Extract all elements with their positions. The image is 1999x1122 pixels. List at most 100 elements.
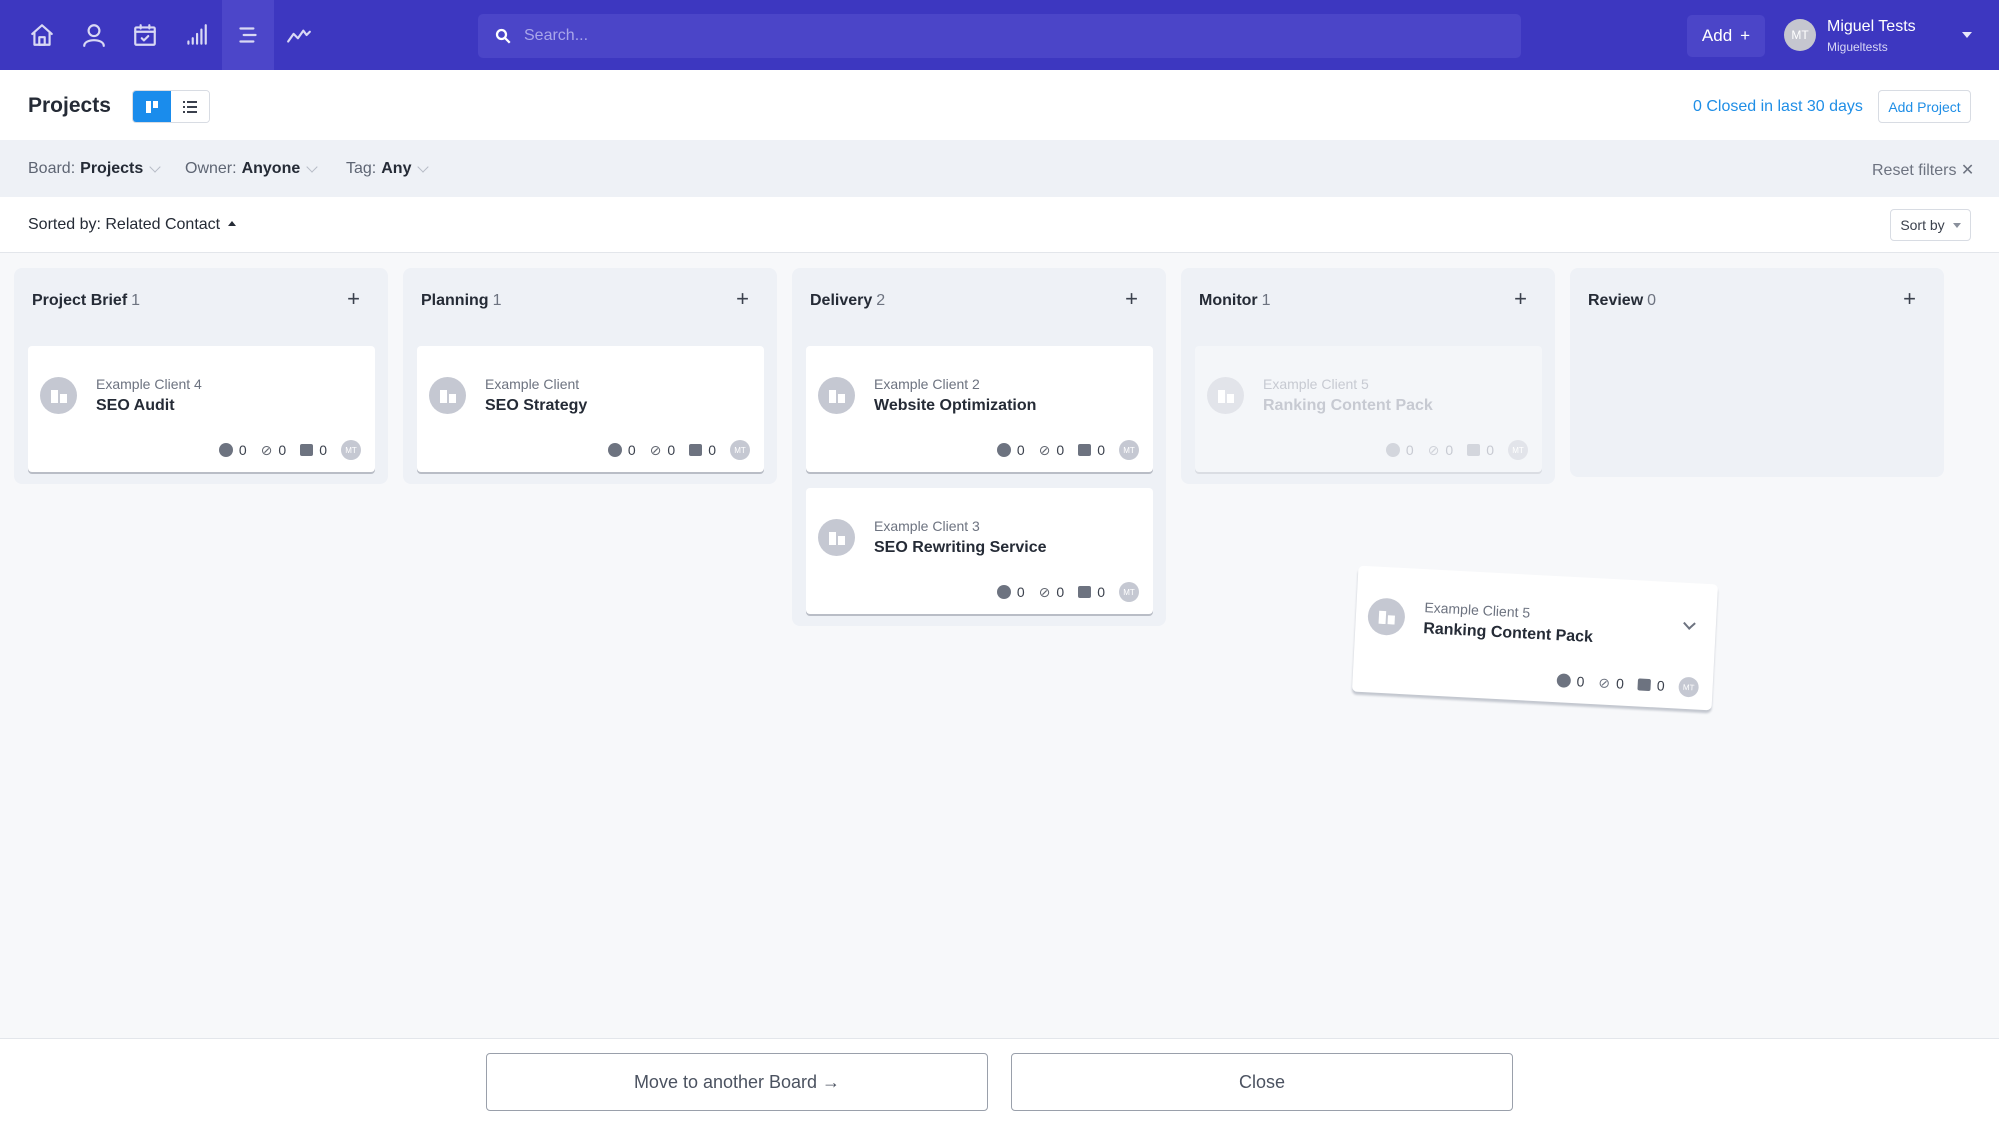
card-title: SEO Strategy (485, 397, 588, 414)
contacts-icon (83, 24, 105, 47)
search-input[interactable] (524, 27, 1424, 45)
add-card-button[interactable]: + (1903, 288, 1916, 310)
note-count: 0 (1656, 677, 1666, 694)
chevron-down-icon (417, 160, 430, 173)
board-column: Review 0 + (1570, 268, 1944, 477)
board-filter[interactable]: Board: Projects (28, 160, 161, 178)
user-menu-caret-icon[interactable] (1962, 32, 1972, 38)
chevron-down-icon[interactable] (1683, 617, 1696, 630)
task-count: 0 (1016, 442, 1025, 458)
user-name[interactable]: Miguel Tests (1827, 18, 1916, 36)
project-card[interactable]: Example Client 2 Website Optimization 0 ⊘ 0 0… (806, 346, 1153, 472)
add-card-button[interactable]: + (1125, 288, 1138, 310)
project-card[interactable]: Example Client 4 SEO Audit 0 ⊘ 0 0 MT (28, 346, 375, 472)
dragging-card[interactable]: Example Client 5 Ranking Content Pack 0 … (1351, 565, 1719, 711)
add-card-button[interactable]: + (736, 288, 749, 310)
nav-home[interactable] (16, 0, 68, 70)
add-project-button[interactable]: Add Project (1878, 90, 1971, 123)
paperclip-icon: ⊘ (649, 441, 662, 458)
note-icon (1078, 586, 1092, 598)
tag-filter[interactable]: Tag: Any (346, 160, 430, 178)
card-client: Example Client 4 (96, 376, 202, 392)
drop-placeholder-card[interactable]: Example Client 5 Ranking Content Pack 0 ⊘ 0 0… (1195, 346, 1542, 472)
home-icon (31, 24, 53, 46)
add-card-button[interactable]: + (347, 288, 360, 310)
column-name: Monitor (1199, 292, 1258, 309)
nav-contacts[interactable] (68, 0, 120, 70)
owner-avatar[interactable]: MT (1119, 440, 1139, 460)
board-column: Delivery 2 + Example Client 2 Website Optimi… (792, 268, 1166, 626)
paperclip-icon: ⊘ (260, 441, 273, 458)
task-check-icon (607, 443, 622, 457)
user-avatar[interactable]: MT (1784, 19, 1816, 51)
user-account: Migueltests (1827, 40, 1888, 54)
owner-filter[interactable]: Owner: Anyone (185, 160, 318, 178)
note-icon (300, 444, 314, 456)
file-count: 0 (1056, 584, 1065, 600)
search-bar[interactable] (478, 14, 1521, 58)
chevron-down-icon (149, 160, 161, 173)
tag-filter-value: Any (381, 160, 412, 177)
building-icon (1217, 389, 1234, 403)
task-count: 0 (627, 442, 636, 458)
add-label: Add (1701, 26, 1733, 45)
owner-avatar[interactable]: MT (730, 440, 750, 460)
nav-activity[interactable] (273, 0, 325, 70)
page-title: Projects (28, 94, 111, 117)
column-count: 1 (492, 292, 502, 309)
card-title: SEO Audit (96, 397, 175, 414)
closed-projects-link[interactable]: 0 Closed in last 30 days (1693, 98, 1863, 116)
sort-by-dropdown[interactable]: Sort by (1890, 209, 1971, 241)
add-button[interactable]: Add + (1687, 15, 1765, 57)
card-meta: 0 ⊘ 0 0 MT (996, 440, 1139, 460)
owner-avatar[interactable]: MT (1119, 582, 1139, 602)
nav-reports[interactable] (170, 0, 222, 70)
filter-bar: Board: Projects Owner: Anyone Tag: Any R… (0, 140, 1999, 197)
column-name: Review (1588, 292, 1644, 309)
caret-down-icon (1952, 222, 1961, 228)
building-icon (439, 389, 456, 403)
column-title: Planning 1 (421, 292, 501, 310)
column-name: Project Brief (32, 292, 128, 309)
project-card[interactable]: Example Client SEO Strategy 0 ⊘ 0 0 MT (417, 346, 764, 472)
note-icon (1078, 444, 1092, 456)
paperclip-icon: ⊘ (1427, 441, 1440, 458)
reports-icon (187, 24, 207, 45)
card-title: SEO Rewriting Service (874, 539, 1047, 556)
company-logo (1366, 597, 1406, 637)
board-view-button[interactable] (133, 91, 171, 122)
column-count: 0 (1647, 292, 1657, 309)
caret-up-icon (228, 220, 237, 226)
owner-avatar[interactable]: MT (1678, 676, 1700, 698)
nav-projects[interactable] (222, 0, 274, 70)
task-count: 0 (1576, 673, 1585, 690)
nav-calendar[interactable] (119, 0, 171, 70)
add-card-button[interactable]: + (1514, 288, 1527, 310)
card-client: Example Client 5 (1424, 599, 1531, 621)
sorted-by-toggle[interactable]: Sorted by: Related Contact (28, 216, 237, 234)
card-client: Example Client 2 (874, 376, 980, 392)
sort-by-label: Sort by (1900, 217, 1945, 233)
chevron-down-icon (306, 160, 318, 173)
board-column: Project Brief 1 + Example Client 4 SEO Audit… (14, 268, 388, 484)
project-card[interactable]: Example Client 3 SEO Rewriting Service 0 ⊘ 0… (806, 488, 1153, 614)
note-count: 0 (319, 442, 327, 458)
list-view-button[interactable] (171, 91, 209, 122)
file-count: 0 (667, 442, 676, 458)
owner-avatar[interactable]: MT (341, 440, 361, 460)
search-icon (495, 28, 511, 44)
company-logo (429, 377, 466, 414)
column-count: 2 (876, 292, 886, 309)
owner-filter-label: Owner: (185, 160, 237, 177)
reset-filters-button[interactable]: Reset filters ✕ (1872, 160, 1974, 180)
plus-icon: + (1740, 26, 1751, 45)
column-title: Project Brief 1 (32, 292, 140, 310)
close-button[interactable]: Close (1011, 1053, 1513, 1111)
page-header: Projects 0 Closed in last 30 days Add Pr… (0, 70, 1999, 140)
list-view-icon (183, 100, 197, 113)
card-meta: 0 ⊘ 0 0 MT (607, 440, 750, 460)
move-to-board-button[interactable]: Move to another Board → (486, 1053, 988, 1111)
owner-avatar[interactable]: MT (1508, 440, 1528, 460)
task-count: 0 (1016, 584, 1025, 600)
building-icon (50, 389, 67, 403)
